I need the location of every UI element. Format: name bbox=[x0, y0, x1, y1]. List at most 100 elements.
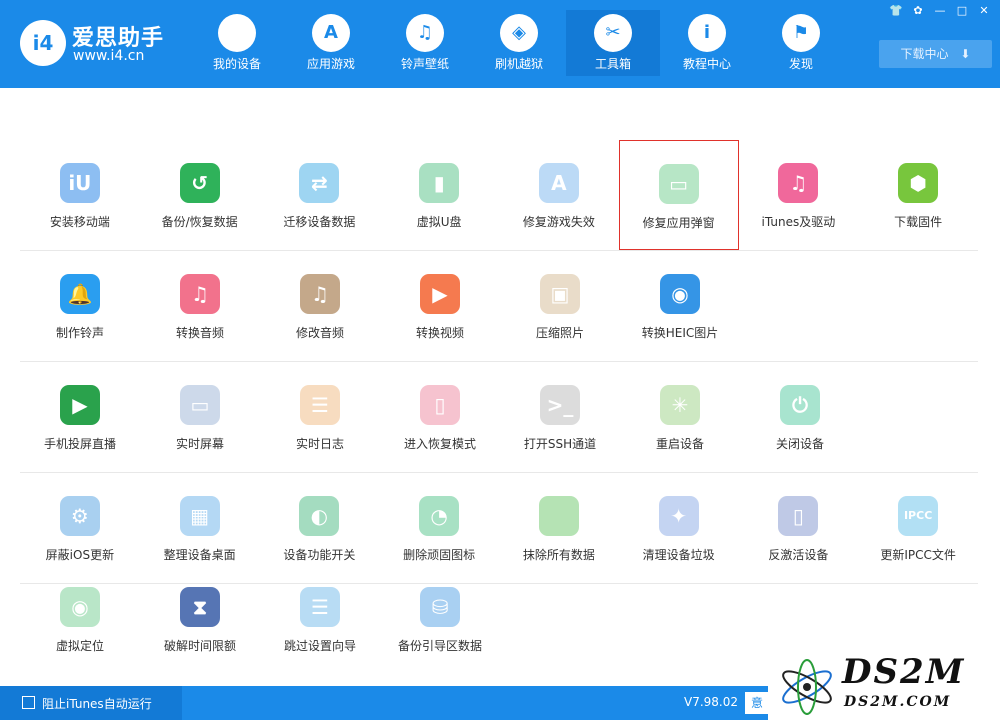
tool-label: 反激活设备 bbox=[768, 548, 829, 562]
maximize-icon[interactable]: □ bbox=[954, 4, 970, 18]
nav-item-label: 刷机越狱 bbox=[494, 57, 543, 71]
nav-item-3[interactable]: ◈ 刷机越狱 bbox=[472, 10, 566, 76]
tool-label: 虚拟U盘 bbox=[416, 215, 462, 229]
nav-item-4[interactable]: ✂ 工具箱 bbox=[566, 10, 660, 76]
tool-item[interactable]: >_ 打开SSH通道 bbox=[500, 362, 620, 472]
tool-item[interactable]: ▦ 整理设备桌面 bbox=[140, 473, 260, 583]
skip-guide-icon: ☰ bbox=[300, 587, 340, 627]
tool-label: 设备功能开关 bbox=[283, 548, 356, 562]
block-itunes-label: 阻止iTunes自动运行 bbox=[42, 697, 152, 711]
tool-label: 跳过设置向导 bbox=[283, 639, 356, 653]
watermark-text: DS2M bbox=[842, 652, 966, 692]
tool-item[interactable]: ♫ 转换音频 bbox=[140, 251, 260, 361]
tool-label: 关闭设备 bbox=[775, 437, 824, 451]
tool-item[interactable]: iU 安装移动端 bbox=[20, 140, 140, 250]
tool-item[interactable]: ⇄ 迁移设备数据 bbox=[260, 140, 380, 250]
tool-label: 转换音频 bbox=[175, 326, 224, 340]
tool-label: 删除顽固图标 bbox=[403, 548, 476, 562]
tool-item[interactable]: 抹除所有数据 bbox=[499, 473, 619, 583]
nav-item-label: 我的设备 bbox=[212, 57, 261, 71]
download-center-label: 下载中心 bbox=[900, 47, 949, 61]
download-icon: ⬇ bbox=[960, 47, 971, 61]
dropbox-icon: ◈ bbox=[500, 14, 538, 52]
tool-item[interactable]: IPCC 更新IPCC文件 bbox=[858, 473, 978, 583]
nav-item-6[interactable]: ⚑ 发现 bbox=[754, 10, 848, 76]
tool-item[interactable]: ✦ 清理设备垃圾 bbox=[619, 473, 739, 583]
tool-item[interactable]: ⧗ 破解时间限额 bbox=[140, 584, 260, 674]
tool-item[interactable]: ▶ 转换视频 bbox=[380, 251, 500, 361]
nav-item-0[interactable]: 我的设备 bbox=[190, 10, 284, 76]
desktop-grid-icon: ▦ bbox=[179, 496, 220, 536]
watermark: DS2M DS2M.COM bbox=[768, 650, 1000, 720]
block-itunes-toggle[interactable]: 阻止iTunes自动运行 bbox=[0, 686, 182, 720]
nav-item-2[interactable]: ♫ 铃声壁纸 bbox=[378, 10, 472, 76]
version-label: V7.98.02 bbox=[684, 695, 739, 709]
tool-label: 进入恢复模式 bbox=[403, 437, 476, 451]
nav-item-1[interactable]: A 应用游戏 bbox=[284, 10, 378, 76]
apple-icon bbox=[218, 14, 256, 52]
tool-item[interactable]: ▭ 修复应用弹窗 bbox=[618, 140, 739, 250]
recovery-phone-icon: ▯ bbox=[420, 385, 460, 425]
tool-label: 屏蔽iOS更新 bbox=[45, 548, 115, 562]
boot-backup-icon: ⛁ bbox=[420, 587, 460, 627]
tools-icon: ✂ bbox=[594, 14, 632, 52]
tool-item[interactable]: ↺ 备份/恢复数据 bbox=[140, 140, 260, 250]
tool-label: 更新IPCC文件 bbox=[880, 548, 956, 562]
close-icon[interactable]: ✕ bbox=[976, 4, 992, 18]
tool-item[interactable]: ☰ 跳过设置向导 bbox=[260, 584, 380, 674]
tool-item[interactable]: ♫ 修改音频 bbox=[260, 251, 380, 361]
tool-label: 破解时间限额 bbox=[163, 639, 236, 653]
tool-label: 备份/恢复数据 bbox=[161, 215, 238, 229]
tool-item[interactable]: ◔ 删除顽固图标 bbox=[379, 473, 499, 583]
tool-item[interactable]: ◉ 转换HEIC图片 bbox=[620, 251, 740, 361]
toolbox-grid: iU 安装移动端 ↺ 备份/恢复数据 ⇄ 迁移设备数据 ▮ 虚拟U盘 A 修复游戏失效 ▭ 修复应用弹… bbox=[20, 140, 978, 674]
tool-item[interactable]: ▯ 进入恢复模式 bbox=[380, 362, 500, 472]
tool-label: 修复应用弹窗 bbox=[642, 216, 715, 230]
migrate-icon: ⇄ bbox=[299, 163, 340, 203]
tool-item[interactable]: ⬢ 下载固件 bbox=[858, 140, 978, 250]
tool-item[interactable]: 🔔 制作铃声 bbox=[20, 251, 140, 361]
download-center-button[interactable]: 下载中心 ⬇ bbox=[879, 40, 992, 68]
nav-item-5[interactable]: i 教程中心 bbox=[660, 10, 754, 76]
tool-label: 安装移动端 bbox=[49, 215, 110, 229]
tool-item[interactable]: ⚙ 屏蔽iOS更新 bbox=[20, 473, 140, 583]
settings-icon[interactable]: ✿ bbox=[910, 4, 926, 18]
tool-item[interactable]: ▭ 实时屏幕 bbox=[140, 362, 260, 472]
itunes-icon: ♫ bbox=[778, 163, 819, 203]
minimize-icon[interactable]: — bbox=[932, 4, 948, 18]
tool-item[interactable]: ▣ 压缩照片 bbox=[500, 251, 620, 361]
music-convert-icon: ♫ bbox=[180, 274, 220, 314]
skin-icon[interactable]: 👕 bbox=[888, 4, 904, 18]
tool-item[interactable]: ✳ 重启设备 bbox=[620, 362, 740, 472]
tool-label: 清理设备垃圾 bbox=[642, 548, 715, 562]
deactivate-phone-icon: ▯ bbox=[778, 496, 819, 536]
nav-item-label: 应用游戏 bbox=[306, 57, 355, 71]
main-nav: 我的设备 A 应用游戏 ♫ 铃声壁纸 ◈ 刷机越狱 ✂ 工具箱 i 教程中心 ⚑ 发现 bbox=[190, 10, 848, 76]
monitor-icon: ▭ bbox=[180, 385, 220, 425]
tool-item[interactable]: ⛁ 备份引导区数据 bbox=[380, 584, 500, 674]
tool-label: 手机投屏直播 bbox=[43, 437, 116, 451]
nav-item-label: 工具箱 bbox=[594, 57, 631, 71]
app-store-icon: A bbox=[312, 14, 350, 52]
tool-item[interactable]: ⏻ 关闭设备 bbox=[740, 362, 860, 472]
tool-item[interactable]: A 修复游戏失效 bbox=[499, 140, 619, 250]
tool-label: 压缩照片 bbox=[535, 326, 584, 340]
tool-item[interactable]: ♫ iTunes及驱动 bbox=[739, 140, 859, 250]
photo-icon: ▣ bbox=[540, 274, 580, 314]
app-url: www.i4.cn bbox=[73, 48, 145, 64]
tool-item[interactable]: ◐ 设备功能开关 bbox=[260, 473, 380, 583]
tool-label: iTunes及驱动 bbox=[761, 215, 836, 229]
tool-item[interactable]: ▶ 手机投屏直播 bbox=[20, 362, 140, 472]
tool-row: 🔔 制作铃声 ♫ 转换音频 ♫ 修改音频 ▶ 转换视频 ▣ 压缩照片 ◉ 转换HEIC图片 bbox=[20, 251, 978, 362]
tool-label: 下载固件 bbox=[894, 215, 943, 229]
i4-app-icon: iU bbox=[59, 163, 100, 203]
tool-item[interactable]: ▯ 反激活设备 bbox=[739, 473, 859, 583]
tool-item[interactable]: ◉ 虚拟定位 bbox=[20, 584, 140, 674]
i4-logo-icon: i4 bbox=[20, 20, 66, 66]
tool-item[interactable]: ▮ 虚拟U盘 bbox=[379, 140, 499, 250]
tool-label: 修改音频 bbox=[295, 326, 344, 340]
video-play-icon: ▶ bbox=[420, 274, 460, 314]
tool-item[interactable]: ☰ 实时日志 bbox=[260, 362, 380, 472]
block-itunes-checkbox[interactable] bbox=[22, 696, 35, 709]
nav-item-label: 教程中心 bbox=[682, 57, 731, 71]
